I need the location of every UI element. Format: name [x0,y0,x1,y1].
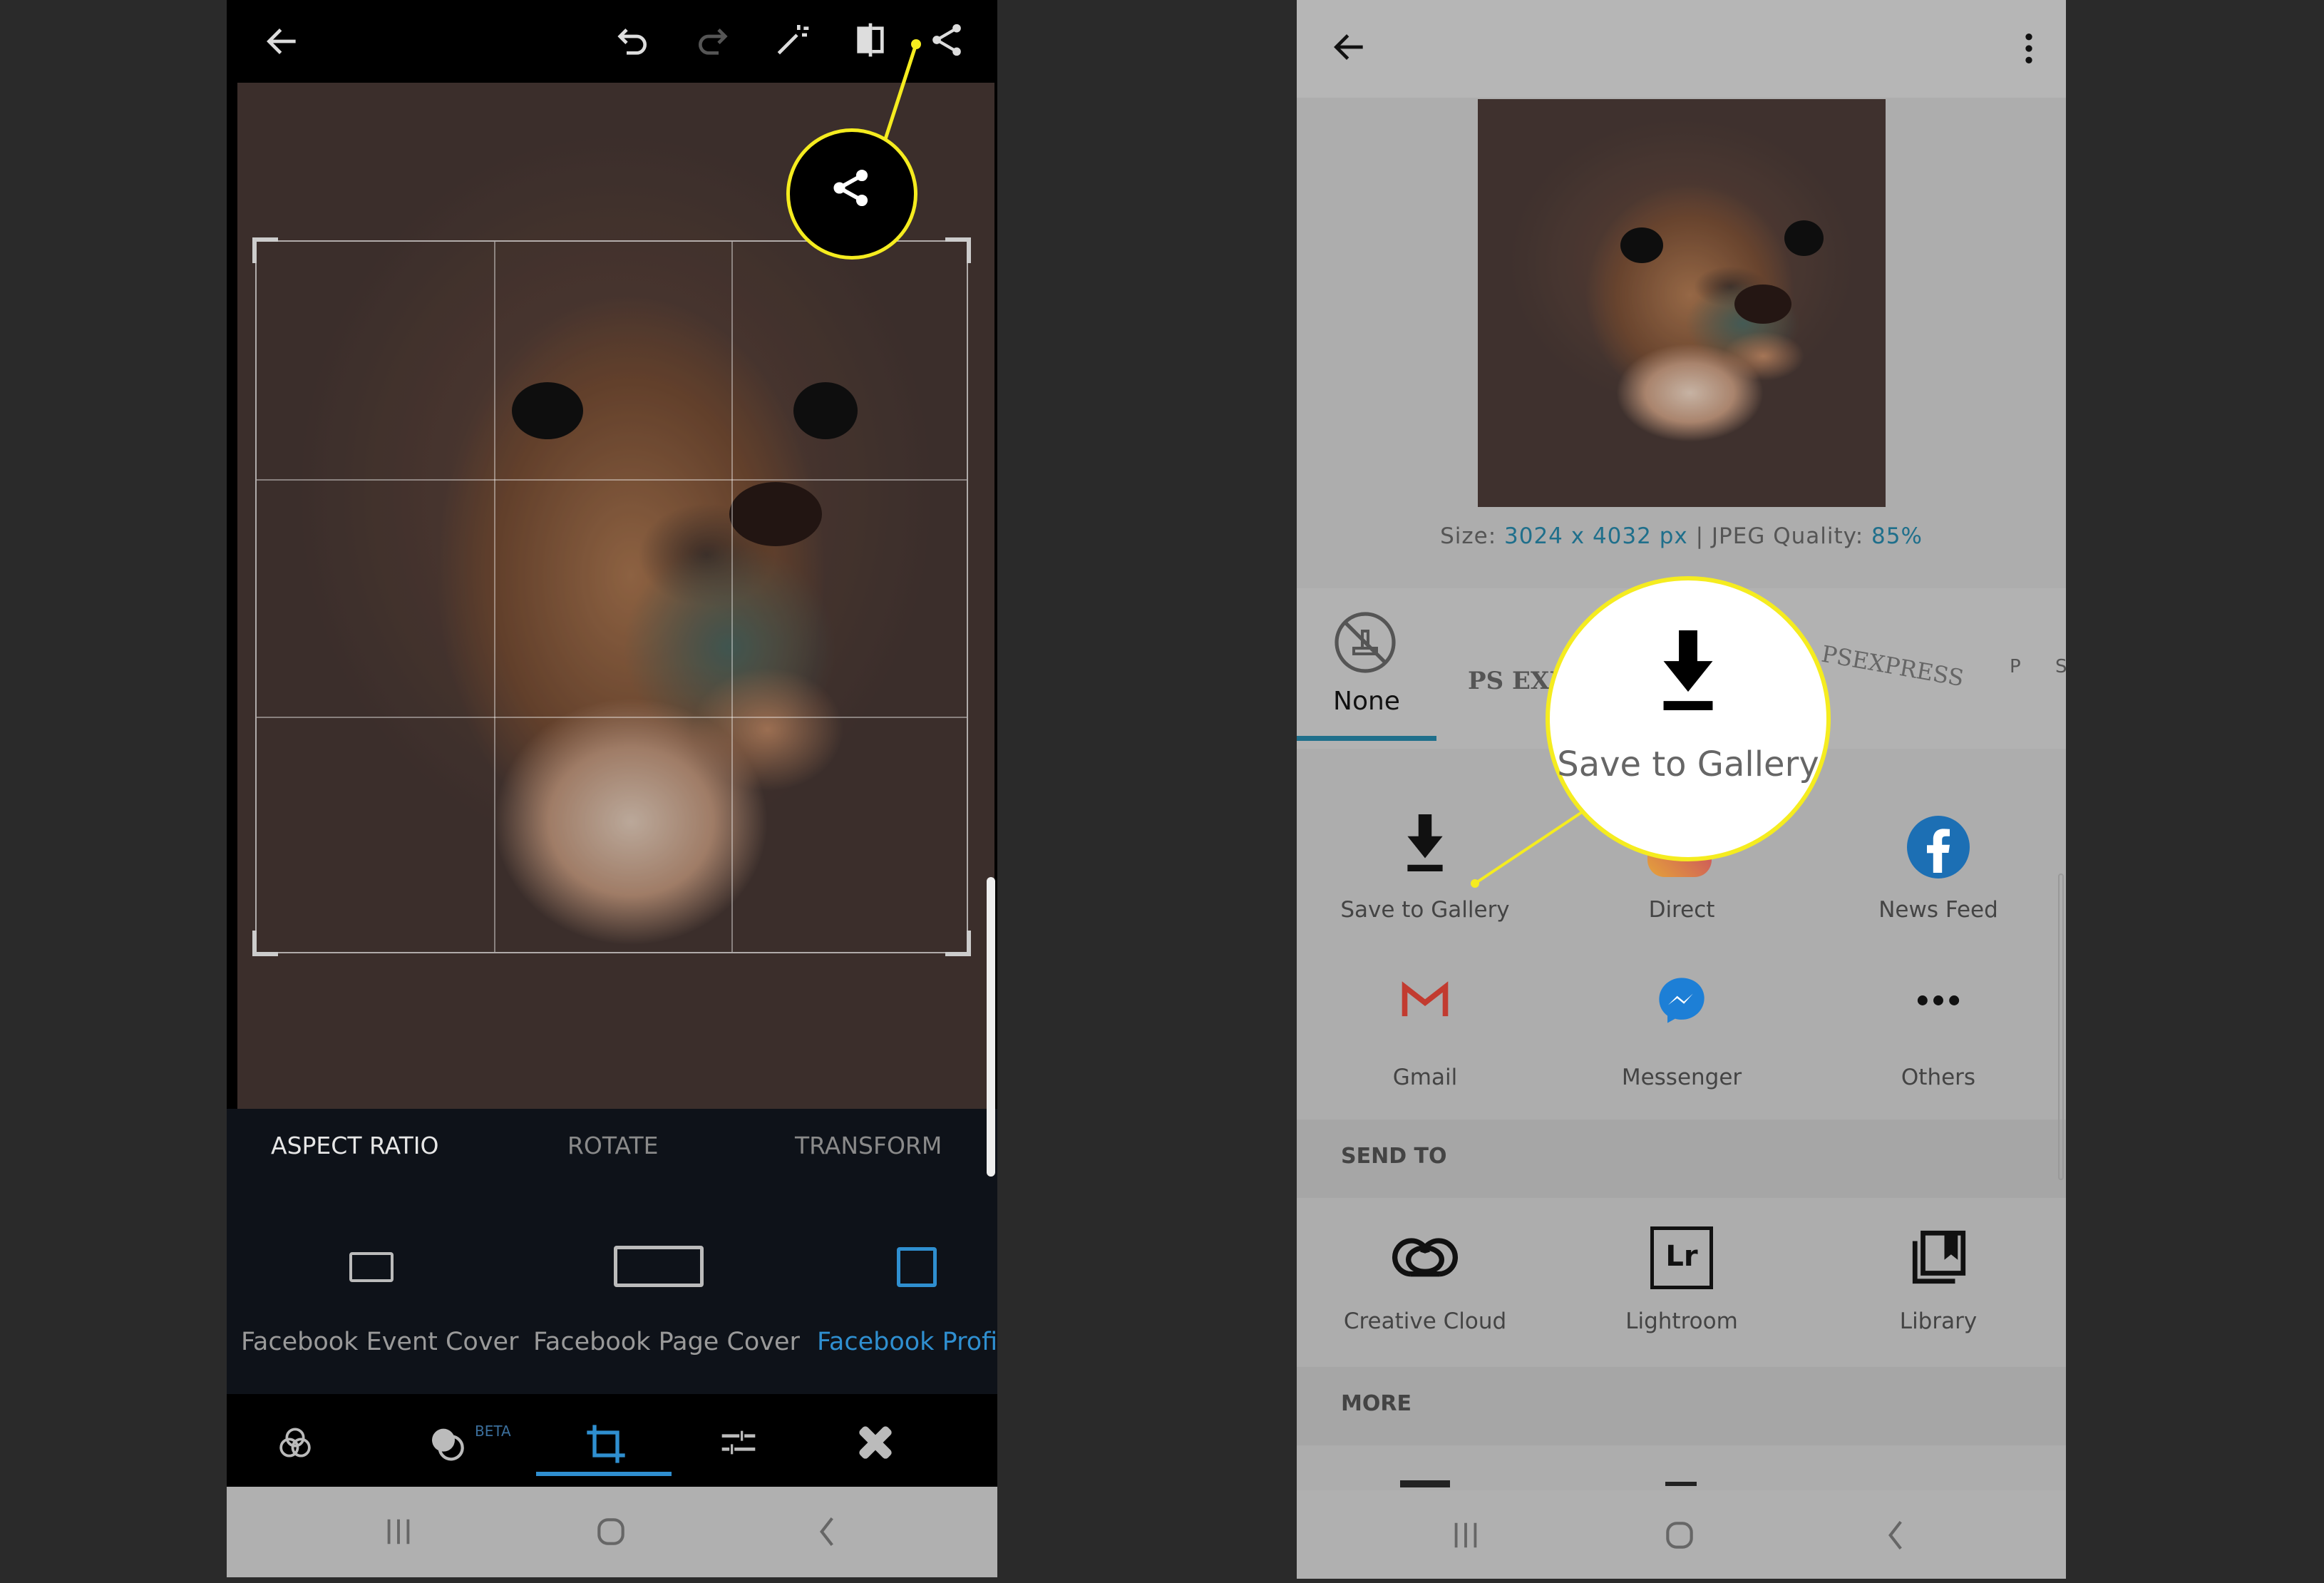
save-to-gallery-callout: Save to Gallery [1546,576,1831,861]
watermark-label: None [1333,687,1400,716]
editor-screen: ASPECT RATIO ROTATE TRANSFORM Facebook E… [227,0,997,1577]
share-screen: Size: 3024 x 4032 px | JPEG Quality: 85%… [1297,0,2066,1579]
gmail-icon [1402,981,1449,1017]
partial-icon [1665,1482,1697,1486]
tab-rotate[interactable]: ROTATE [567,1132,659,1159]
share-others[interactable]: Others [1810,952,2066,1120]
share-label: Gmail [1392,1065,1458,1090]
lightroom-icon: Lr [1650,1226,1713,1289]
back-arrow-icon[interactable] [1330,27,1369,67]
send-to-row: Creative Cloud Lr Lightroom Library [1297,1198,2066,1367]
quality-value: 85% [1871,523,1923,549]
crop-handle[interactable] [945,931,971,956]
send-to-header: SEND TO [1341,1144,1447,1169]
share-callout [786,128,917,260]
library-icon [1912,1230,1966,1284]
ratio-icon [349,1252,394,1282]
scrollbar[interactable] [2058,874,2064,1180]
send-lightroom[interactable]: Lr Lightroom [1553,1198,1810,1367]
send-to-section-header: SEND TO [1297,1120,2066,1198]
bottom-tools: BETA [227,1394,997,1487]
selected-indicator [1297,736,1436,741]
home-icon[interactable] [593,1514,629,1549]
share-icon [833,169,868,207]
ratio-icon [897,1247,937,1287]
system-nav-bar [227,1487,997,1577]
scrollbar[interactable] [987,877,995,1177]
home-icon[interactable] [1662,1517,1697,1553]
callout-label: Save to Gallery [1557,744,1819,784]
preset-facebook-profile[interactable]: Facebook Profil [817,1328,997,1356]
heal-icon[interactable] [854,1421,897,1464]
crop-panel: ASPECT RATIO ROTATE TRANSFORM Facebook E… [227,1109,997,1394]
recent-apps-icon[interactable] [382,1515,415,1548]
watermark-psexpress[interactable]: PSEXPRESS [1819,640,1965,692]
size-label: Size: [1440,523,1497,549]
preset-facebook-page-cover[interactable]: Facebook Page Cover [533,1328,800,1356]
share-news-feed[interactable]: News Feed [1810,784,2066,952]
send-label: Library [1899,1308,1978,1334]
active-tool-indicator [536,1472,672,1476]
looks-icon[interactable] [275,1423,315,1462]
blend-icon[interactable] [426,1421,472,1467]
adjust-icon[interactable] [716,1423,761,1462]
beta-label: BETA [475,1423,511,1440]
send-label: Lightroom [1625,1308,1738,1334]
more-vert-icon[interactable] [2018,29,2040,68]
facebook-icon [1907,816,1970,878]
tab-transform[interactable]: TRANSFORM [795,1132,942,1159]
watermark-ps-arrows[interactable]: P S [2010,645,2066,688]
partial-icon [1400,1480,1450,1487]
more-section-header: MORE [1297,1367,2066,1445]
send-label: Creative Cloud [1343,1308,1507,1334]
creative-cloud-icon [1392,1238,1459,1277]
messenger-icon [1659,978,1705,1023]
more-header: MORE [1341,1391,1412,1416]
ratio-icon [614,1246,704,1287]
back-icon[interactable] [1878,1517,1914,1553]
watermark-none[interactable]: None [1297,588,1436,749]
size-value: 3024 x 4032 px [1504,523,1688,549]
quality-label: JPEG Quality: [1711,523,1864,549]
crop-handle[interactable] [252,931,278,956]
share-gmail[interactable]: Gmail [1297,952,1553,1120]
back-icon[interactable] [810,1514,845,1549]
system-nav-bar [1297,1490,2066,1579]
crop-icon[interactable] [583,1421,629,1467]
recent-apps-icon[interactable] [1449,1519,1482,1552]
tab-aspect-ratio[interactable]: ASPECT RATIO [271,1132,438,1159]
share-messenger[interactable]: Messenger [1553,952,1810,1120]
send-creative-cloud[interactable]: Creative Cloud [1297,1198,1553,1367]
preset-facebook-event-cover[interactable]: Facebook Event Cover [241,1328,518,1356]
more-horiz-icon [1917,995,1960,1005]
no-stamp-icon [1335,612,1396,673]
share-label: Messenger [1621,1065,1742,1090]
preview-image [1478,99,1886,507]
top-bar [1297,0,2066,98]
crop-frame[interactable] [252,237,971,956]
share-label: Others [1901,1065,1976,1090]
download-icon [1663,630,1713,710]
send-library[interactable]: Library [1810,1198,2066,1367]
separator: | [1695,523,1705,549]
share-label: News Feed [1878,897,1998,923]
image-info: Size: 3024 x 4032 px | JPEG Quality: 85% [1297,523,2066,549]
